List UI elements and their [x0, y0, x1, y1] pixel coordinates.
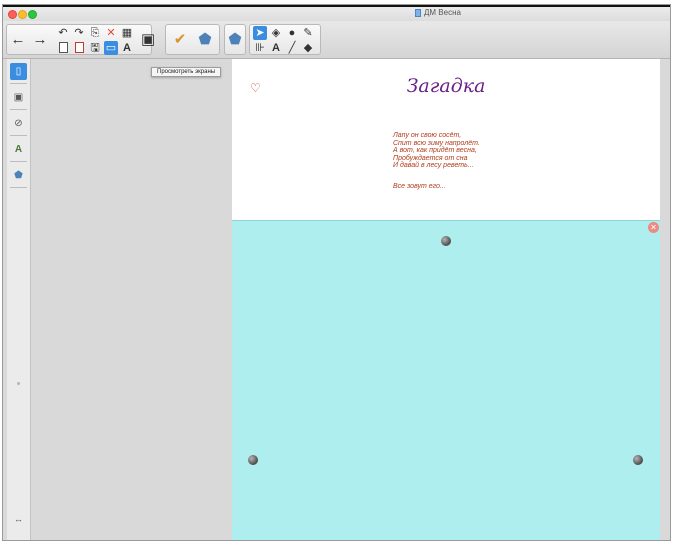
back-arrow-icon[interactable]: ←: [9, 31, 27, 49]
fill-icon[interactable]: ●: [285, 26, 299, 40]
sidebar-divider: [10, 83, 27, 84]
clipboard-icon[interactable]: ⎘: [88, 26, 102, 40]
shapes-icon[interactable]: ◈: [269, 26, 283, 40]
collapse-panel-icon[interactable]: ↔: [10, 511, 27, 528]
minimize-window-button[interactable]: [18, 10, 27, 19]
toolbar-group-edit: ← → ↶ ↷ ⎘ ✕ ▦ 🖫 ▭ A ▣: [6, 24, 155, 55]
pen-icon[interactable]: ✎: [301, 26, 315, 40]
forward-arrow-icon[interactable]: →: [31, 31, 49, 49]
line-tool-icon[interactable]: ╱: [285, 41, 299, 55]
text-format-icon[interactable]: A: [120, 41, 134, 55]
select-arrow-icon[interactable]: ➤: [253, 26, 267, 40]
measure-icon[interactable]: ⊪: [253, 41, 267, 55]
title-bar: ДМ Весна: [3, 7, 670, 21]
close-shade-icon[interactable]: ✕: [648, 222, 659, 233]
redo-icon[interactable]: ↷: [72, 26, 86, 40]
poem-text: Лапу он свою сосёт, Спит всю зиму напрол…: [393, 132, 593, 170]
document-icon: [415, 8, 421, 17]
close-window-button[interactable]: [8, 10, 17, 19]
sidebar-divider: [10, 187, 27, 188]
addons-icon[interactable]: ⬟: [226, 31, 244, 49]
eraser-icon[interactable]: ◆: [301, 41, 315, 55]
toolbar-group-tools: ✔ ⬟: [165, 24, 220, 55]
document-title: ДМ Весна: [415, 8, 461, 17]
sidebar-divider: [10, 135, 27, 136]
poem-line: Лапу он свою сосёт,: [393, 132, 462, 139]
shade-top-handle[interactable]: [441, 236, 451, 246]
screen-share-icon[interactable]: ▣: [141, 31, 155, 49]
slide-canvas[interactable]: ♡ Загадка Лапу он свою сосёт, Спит всю з…: [232, 59, 660, 540]
screen-shade[interactable]: [232, 220, 660, 540]
poem-line: А вот, как придёт весна,: [393, 147, 477, 155]
shade-left-handle[interactable]: [248, 455, 258, 465]
screen-view-icon[interactable]: ▭: [104, 41, 118, 55]
attachments-tab-icon[interactable]: ⊘: [10, 115, 27, 132]
check-icon[interactable]: ✔: [171, 31, 189, 49]
toolbar: ← → ↶ ↷ ⎘ ✕ ▦ 🖫 ▭ A ▣ ✔ ⬟ ⬟ ➤ ◈ ● ✎ ⊪ A …: [3, 21, 670, 59]
delete-icon[interactable]: ✕: [104, 26, 118, 40]
new-page-icon[interactable]: [56, 41, 70, 55]
gallery-icon[interactable]: ⬟: [196, 31, 214, 49]
table-icon[interactable]: ▦: [120, 26, 134, 40]
text-tool-icon[interactable]: A: [269, 41, 283, 55]
addons-tab-icon[interactable]: ⬟: [10, 167, 27, 184]
side-panel-tabs: ▯ ▣ ⊘ A ⬟ ↔: [7, 59, 31, 540]
answer-text: Все зовут его...: [393, 183, 446, 190]
zoom-window-button[interactable]: [28, 10, 37, 19]
undo-icon[interactable]: ↶: [56, 26, 70, 40]
shade-right-handle[interactable]: [633, 455, 643, 465]
delete-page-icon[interactable]: [72, 41, 86, 55]
sidebar-divider: [10, 161, 27, 162]
properties-tab-icon[interactable]: A: [10, 141, 27, 158]
sidebar-divider: [10, 109, 27, 110]
save-icon[interactable]: 🖫: [88, 41, 102, 55]
document-title-text: ДМ Весна: [424, 8, 461, 17]
gallery-tab-icon[interactable]: ▣: [10, 89, 27, 106]
panel-resize-grip[interactable]: [17, 382, 20, 385]
tooltip: Просмотреть экраны: [151, 67, 222, 77]
pages-tab-icon[interactable]: ▯: [10, 63, 27, 80]
slide-title: Загадка: [406, 75, 486, 97]
toolbar-group-draw: ➤ ◈ ● ✎ ⊪ A ╱ ◆: [249, 24, 321, 55]
toolbar-group-addons: ⬟: [224, 24, 246, 55]
poem-line: И давай в лесу реветь...: [393, 162, 474, 170]
app-window: ДМ Весна ← → ↶ ↷ ⎘ ✕ ▦ 🖫 ▭ A ▣ ✔ ⬟ ⬟ ➤ ◈…: [2, 4, 671, 541]
